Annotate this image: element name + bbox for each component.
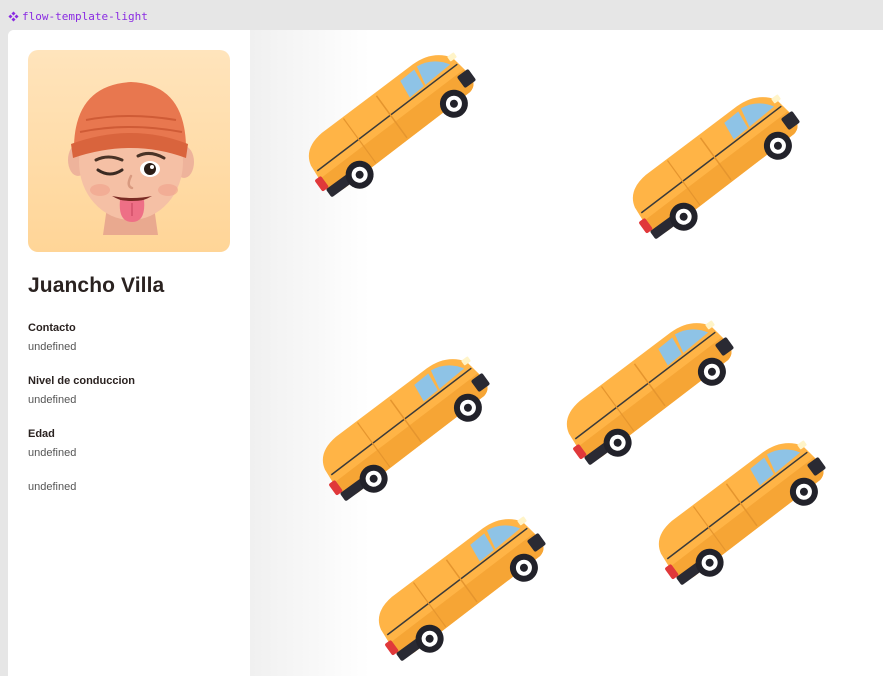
component-icon	[8, 10, 19, 22]
contact-value: undefined	[28, 341, 77, 353]
window-title-text: flow-template-light	[22, 9, 148, 23]
yellow-van-icon	[306, 342, 504, 515]
window-title: flow-template-light	[8, 9, 148, 23]
van-6[interactable]	[362, 502, 562, 675]
app-frame: Juancho Villa Contacto undefined Nivel d…	[8, 30, 883, 676]
driving-level-value: undefined	[28, 394, 77, 406]
van-1[interactable]	[292, 38, 492, 211]
van-2[interactable]	[616, 80, 816, 253]
yellow-van-icon	[642, 426, 840, 599]
van-4[interactable]	[306, 342, 506, 515]
profile-name: Juancho Villa	[28, 274, 165, 297]
vehicle-canvas	[250, 30, 883, 676]
contact-label: Contacto	[28, 322, 76, 334]
extra-field-value: undefined	[28, 481, 77, 493]
yellow-van-icon	[616, 80, 814, 253]
yellow-van-icon	[292, 38, 490, 211]
age-value: undefined	[28, 447, 77, 459]
avatar	[28, 50, 230, 252]
memoji-avatar-icon	[68, 82, 194, 235]
driving-level-label: Nivel de conduccion	[28, 375, 135, 387]
yellow-van-icon	[362, 502, 560, 675]
van-5[interactable]	[642, 426, 842, 599]
age-label: Edad	[28, 428, 55, 440]
profile-sidebar: Juancho Villa Contacto undefined Nivel d…	[8, 30, 250, 676]
